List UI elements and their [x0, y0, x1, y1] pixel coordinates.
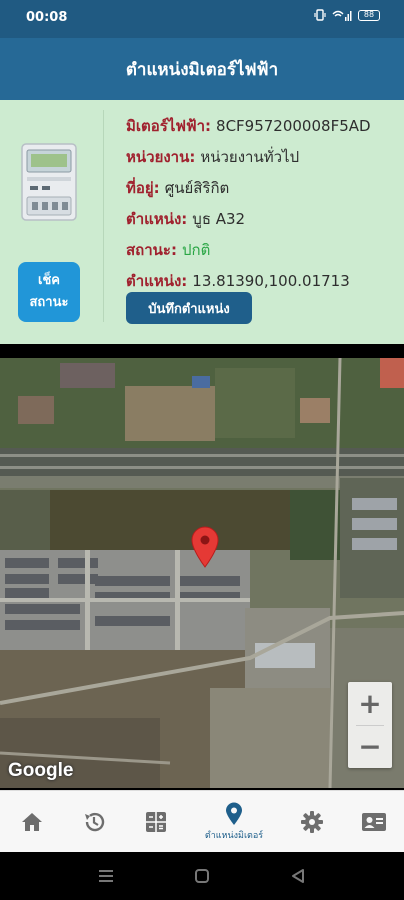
position-value: บูธ A32: [192, 209, 246, 228]
recent-apps-icon[interactable]: [98, 868, 114, 884]
back-icon[interactable]: [290, 868, 306, 884]
nav-meter-location[interactable]: ตำแหน่งมิเตอร์: [194, 791, 274, 853]
status-row: สถานะ: ปกติ: [126, 234, 396, 265]
status-label: สถานะ:: [126, 240, 177, 259]
home-system-icon[interactable]: [194, 868, 210, 884]
status-bar: 00:08 88: [0, 0, 404, 38]
location-pin-icon: [226, 802, 242, 825]
agency-row: หน่วยงาน: หน่วยงานทั่วไป: [126, 141, 396, 172]
nav-meter-location-label: ตำแหน่งมิเตอร์: [204, 831, 264, 841]
contact-card-icon: [362, 813, 386, 831]
app-bar: ตำแหน่งมิเตอร์ไฟฟ้า: [0, 38, 404, 100]
address-row: ที่อยู่: ศูนย์สิริกิต: [126, 172, 396, 203]
position-label: ตำแหน่ง:: [126, 209, 188, 228]
vibrate-icon: [314, 9, 326, 21]
address-label: ที่อยู่:: [126, 178, 160, 197]
map-marker-icon[interactable]: [190, 526, 220, 568]
meter-id-row: มิเตอร์ไฟฟ้า: 8CF957200008F5AD: [126, 110, 396, 141]
check-status-button[interactable]: เช็ค สถานะ: [18, 262, 80, 322]
nav-settings[interactable]: [288, 791, 336, 853]
zoom-in-button[interactable]: +: [348, 682, 392, 725]
position-row: ตำแหน่ง: บูธ A32: [126, 203, 396, 234]
check-status-label-2: สถานะ: [29, 295, 69, 310]
satellite-map[interactable]: [0, 358, 404, 788]
coordinates-value: 13.81390,100.01713: [192, 271, 350, 290]
bottom-navigation: ตำแหน่งมิเตอร์: [0, 790, 404, 852]
save-location-button[interactable]: บันทึกตำแหน่ง: [126, 292, 252, 324]
home-icon: [22, 813, 42, 831]
meter-id-value: 8CF957200008F5AD: [216, 116, 371, 135]
battery-icon: 88: [358, 9, 380, 21]
agency-value: หน่วยงานทั่วไป: [200, 147, 300, 166]
electric-meter-image: [21, 143, 77, 221]
history-icon: [85, 812, 105, 832]
signal-icon: [332, 10, 352, 21]
system-navigation-bar: [0, 852, 404, 900]
status-time: 00:08: [26, 10, 68, 25]
page-title: ตำแหน่งมิเตอร์ไฟฟ้า: [125, 59, 279, 80]
card-divider: [103, 110, 104, 322]
coordinates-label: ตำแหน่ง:: [126, 271, 188, 290]
map-imagery: [0, 358, 404, 788]
agency-label: หน่วยงาน:: [126, 147, 196, 166]
nav-history[interactable]: [70, 791, 118, 853]
status-value: ปกติ: [181, 240, 211, 259]
gear-icon: [301, 811, 323, 833]
status-icons: 88: [314, 9, 380, 21]
nav-contact[interactable]: [350, 791, 398, 853]
meter-id-label: มิเตอร์ไฟฟ้า:: [126, 116, 212, 135]
nav-calculator[interactable]: [132, 791, 180, 853]
address-value: ศูนย์สิริกิต: [164, 178, 230, 197]
check-status-label-1: เช็ค: [38, 273, 60, 288]
meter-details: มิเตอร์ไฟฟ้า: 8CF957200008F5AD หน่วยงาน:…: [126, 110, 396, 296]
zoom-out-button[interactable]: −: [348, 725, 392, 768]
calculator-icon: [146, 812, 166, 832]
zoom-controls: + −: [348, 682, 392, 768]
nav-home[interactable]: [8, 791, 56, 853]
google-attribution: Google: [8, 760, 74, 781]
